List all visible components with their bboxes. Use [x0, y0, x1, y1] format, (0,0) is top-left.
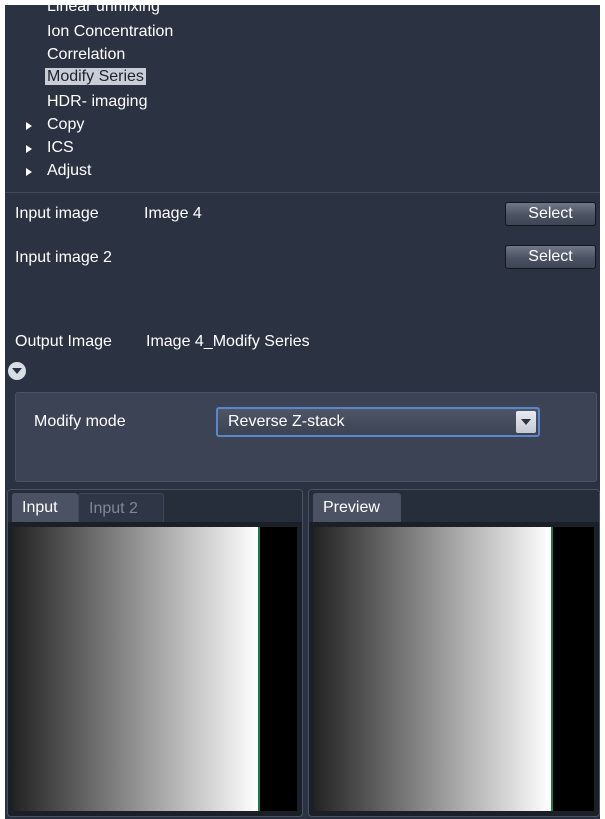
image-edge-line — [551, 527, 553, 811]
divider — [5, 192, 600, 193]
tab-preview[interactable]: Preview — [313, 493, 401, 522]
expand-arrow-icon[interactable] — [26, 168, 32, 176]
preview-image-pane: Preview — [308, 489, 600, 817]
expand-arrow-icon[interactable] — [26, 145, 32, 153]
input-image-value: Image 4 — [144, 205, 202, 222]
gradient-image — [314, 527, 551, 811]
gradient-image — [13, 527, 258, 811]
output-image-label: Output Image — [15, 333, 112, 350]
select-input-image-button[interactable]: Select — [505, 202, 596, 226]
preview-pane-tabs: Preview — [309, 490, 599, 522]
tree-item-label: Ion Concentration — [47, 23, 174, 40]
tree-item-label: ICS — [47, 139, 74, 156]
tree-item-label: Adjust — [47, 162, 92, 179]
collapse-chevron-icon[interactable] — [8, 362, 26, 380]
tree-item-modify-series[interactable]: Modify Series — [45, 66, 146, 88]
modify-mode-value: Reverse Z-stack — [228, 413, 345, 430]
tree-item-label: Modify Series — [45, 68, 146, 85]
tree-item-hdr-imaging[interactable]: HDR- imaging — [45, 91, 149, 113]
input-image-pane: Input Input 2 — [7, 489, 303, 817]
processing-panel: Linear unmixing Ion Concentration Correl… — [5, 5, 600, 819]
tree-item-correlation[interactable]: Correlation — [45, 44, 127, 66]
tree-item-label: Linear unmixing — [47, 5, 160, 15]
tree-group-ics[interactable]: ICS — [45, 137, 76, 159]
input-pane-tabs: Input Input 2 — [8, 490, 302, 522]
output-image-value: Image 4_Modify Series — [146, 333, 310, 350]
tree-item-ion-concentration[interactable]: Ion Concentration — [45, 21, 175, 43]
method-tree: Linear unmixing Ion Concentration Correl… — [5, 5, 600, 191]
dropdown-arrow-icon[interactable] — [516, 411, 536, 433]
tree-group-adjust[interactable]: Adjust — [45, 160, 93, 182]
expand-arrow-icon[interactable] — [26, 122, 32, 130]
preview-image-view[interactable] — [314, 527, 594, 811]
input-image-label: Input image — [15, 205, 99, 222]
tree-item-label: Correlation — [47, 46, 126, 63]
input-image-2-label: Input image 2 — [15, 249, 112, 266]
tab-input-2[interactable]: Input 2 — [78, 493, 164, 522]
tree-item-linear-unmixing[interactable]: Linear unmixing — [45, 5, 162, 18]
modify-mode-panel: Modify mode Reverse Z-stack — [15, 392, 597, 482]
tree-group-copy[interactable]: Copy — [45, 114, 86, 136]
tab-input[interactable]: Input — [12, 493, 78, 522]
image-edge-line — [258, 527, 260, 811]
select-input-image-2-button[interactable]: Select — [505, 245, 596, 269]
modify-mode-label: Modify mode — [34, 413, 126, 430]
tree-item-label: Copy — [47, 116, 85, 133]
input-image-view[interactable] — [13, 527, 297, 811]
modify-mode-dropdown[interactable]: Reverse Z-stack — [216, 407, 540, 437]
tree-item-label: HDR- imaging — [47, 93, 148, 110]
